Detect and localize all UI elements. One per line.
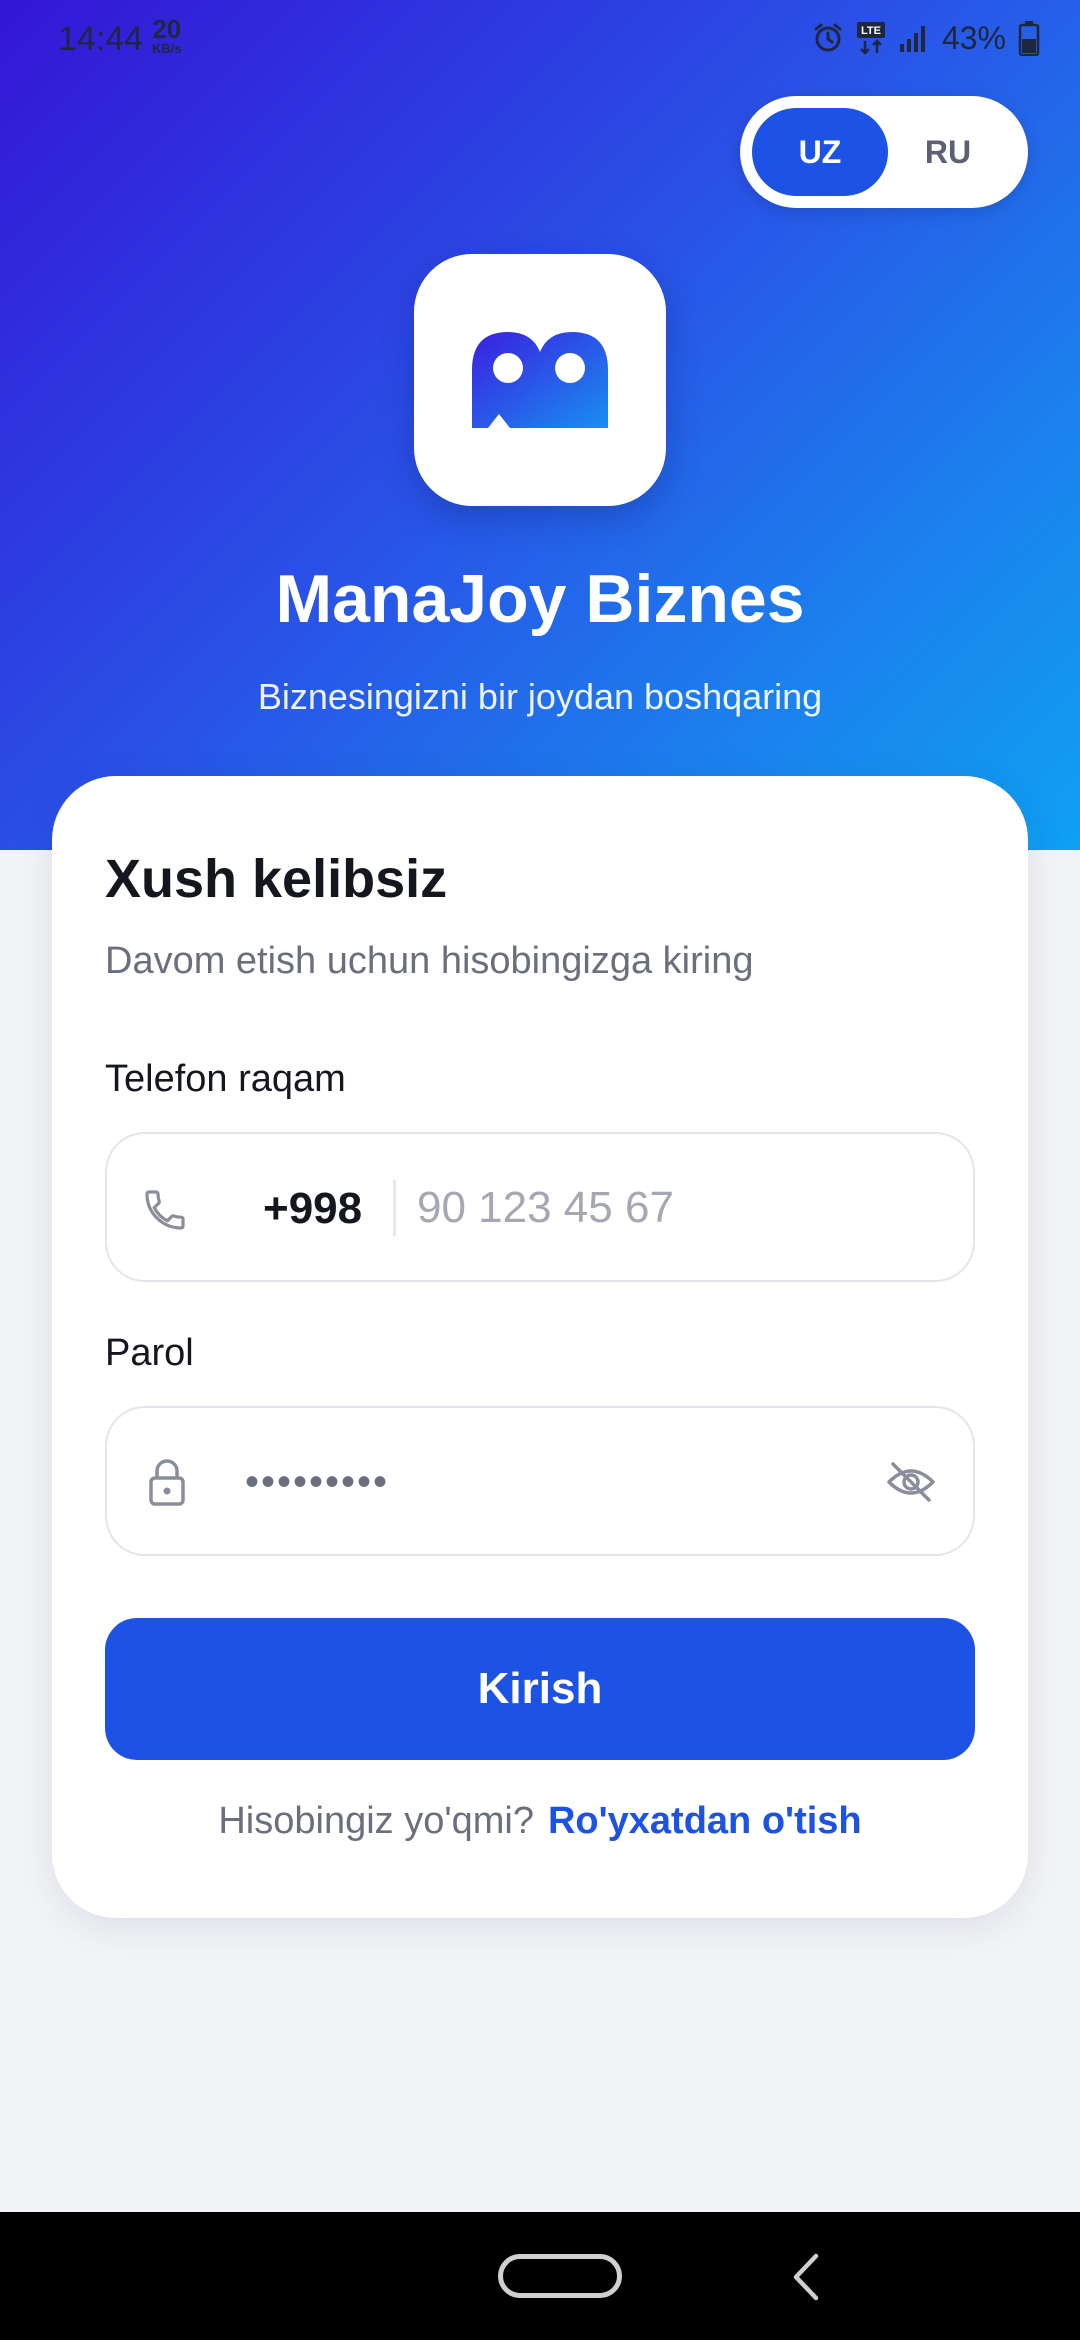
home-button[interactable] bbox=[498, 2254, 622, 2298]
phone-input[interactable] bbox=[417, 1170, 937, 1246]
back-icon[interactable] bbox=[788, 2252, 824, 2302]
lock-icon bbox=[149, 1459, 185, 1506]
welcome-heading: Xush kelibsiz bbox=[105, 849, 448, 909]
lte-icon: LTE bbox=[856, 22, 885, 55]
password-label: Parol bbox=[105, 1332, 194, 1374]
language-option-uz[interactable]: UZ bbox=[752, 108, 888, 196]
battery-icon bbox=[1018, 21, 1040, 56]
password-field[interactable]: ••••••••• bbox=[105, 1406, 975, 1556]
battery-percent: 43% bbox=[941, 19, 1006, 56]
login-card: Xush kelibsiz Davom etish uchun hisobing… bbox=[52, 776, 1028, 1918]
register-row: Hisobingiz yo'qmi? Ro'yxatdan o'tish bbox=[52, 1800, 1028, 1843]
network-speed: 20 KB/s bbox=[152, 16, 182, 55]
system-navigation-bar bbox=[0, 2212, 1080, 2340]
eye-off-icon[interactable] bbox=[885, 1458, 937, 1506]
language-toggle[interactable]: UZ RU bbox=[740, 96, 1028, 208]
phone-icon bbox=[145, 1190, 185, 1230]
register-link[interactable]: Ro'yxatdan o'tish bbox=[548, 1800, 862, 1842]
app-subtitle: Biznesingizni bir joydan boshqaring bbox=[257, 676, 823, 717]
status-icons: LTE 43% bbox=[812, 18, 1040, 58]
password-input[interactable]: ••••••••• bbox=[245, 1446, 805, 1518]
manajoy-logo-icon bbox=[472, 332, 608, 428]
language-option-ru[interactable]: RU bbox=[880, 108, 1016, 196]
login-button[interactable]: Kirish bbox=[105, 1618, 975, 1760]
network-speed-value: 20 bbox=[152, 14, 182, 44]
signal-icon bbox=[899, 26, 925, 52]
app-logo bbox=[414, 254, 666, 506]
welcome-subheading: Davom etish uchun hisobingizga kiring bbox=[105, 940, 754, 982]
app-title: ManaJoy Biznes bbox=[275, 561, 805, 637]
status-bar: 14:44 20 KB/s LTE 43% bbox=[0, 0, 1080, 80]
country-dial-code: +998 bbox=[263, 1184, 363, 1233]
register-question: Hisobingiz yo'qmi? bbox=[218, 1800, 534, 1842]
alarm-icon bbox=[814, 23, 842, 52]
status-time: 14:44 bbox=[58, 20, 144, 58]
network-speed-unit: KB/s bbox=[152, 41, 182, 56]
phone-field[interactable]: +998 bbox=[105, 1132, 975, 1282]
field-divider bbox=[393, 1180, 396, 1236]
phone-label: Telefon raqam bbox=[105, 1058, 346, 1100]
svg-text:LTE: LTE bbox=[861, 25, 881, 37]
